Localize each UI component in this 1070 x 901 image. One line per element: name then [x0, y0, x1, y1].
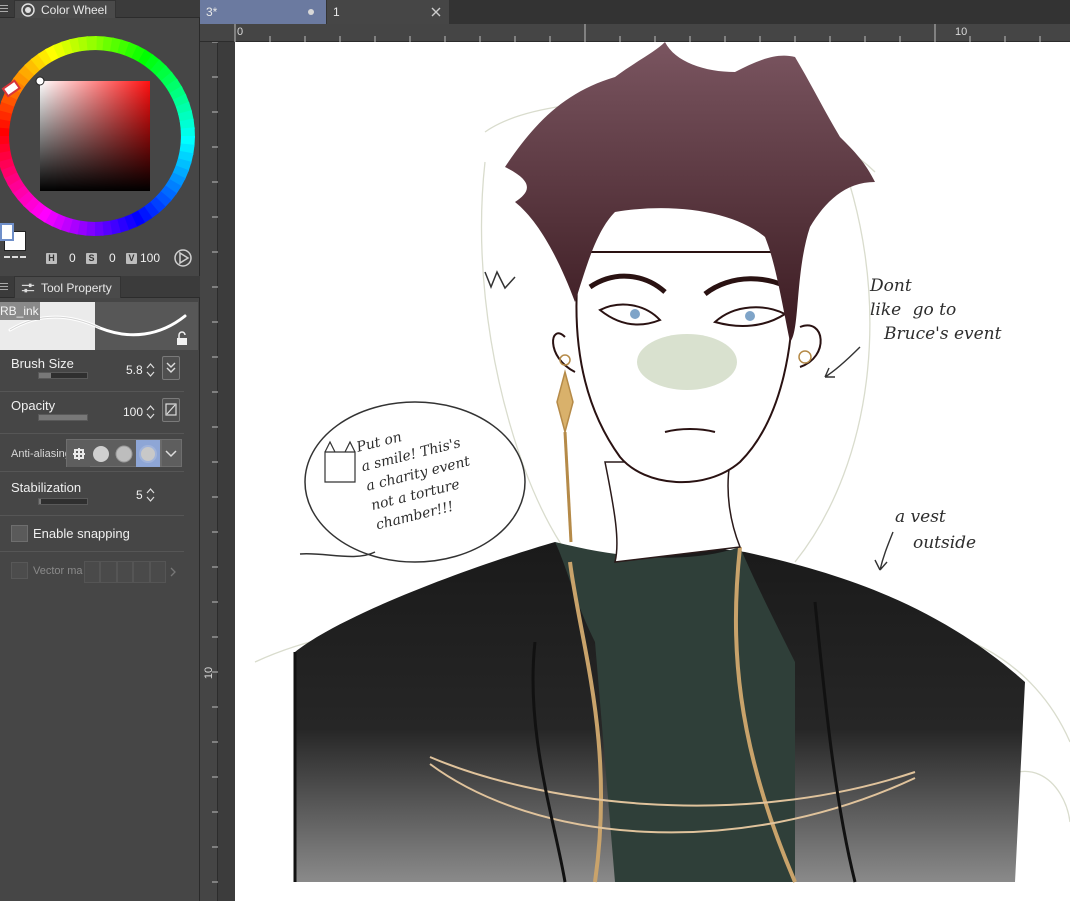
character-illustration — [254, 42, 1070, 883]
ruler-top-mark-0: 0 — [237, 26, 244, 38]
brush-size-value[interactable]: 5.8 — [126, 363, 143, 377]
antialias-row: Anti-aliasing — [0, 436, 184, 472]
snapping-row: Enable snapping — [0, 518, 184, 552]
vector-magnet-selector[interactable] — [84, 561, 180, 583]
stabilization-spinner-icon[interactable] — [146, 487, 155, 503]
canvas-gutter — [218, 42, 235, 901]
close-icon[interactable] — [431, 7, 441, 17]
document-tab-label: 3* — [206, 5, 218, 19]
saturation-key: S — [86, 253, 97, 264]
drawing-canvas[interactable]: Put on a smile! This's a charity event n… — [235, 42, 1070, 901]
snapping-checkbox[interactable] — [11, 525, 28, 542]
ruler-left-mark-10: 10 — [203, 666, 216, 680]
opacity-value[interactable]: 100 — [123, 405, 143, 419]
antialias-strong-icon — [139, 445, 157, 463]
stabilization-value[interactable]: 5 — [136, 488, 143, 502]
ruler-left-ticks — [212, 42, 218, 883]
opacity-label: Opacity — [11, 398, 56, 413]
color-wheel-icon — [21, 2, 35, 17]
opacity-mode-button[interactable] — [162, 398, 180, 422]
stabilization-row: Stabilization 5 — [0, 474, 184, 516]
brush-size-row: Brush Size 5.8 — [0, 352, 184, 392]
unsaved-dot-icon — [308, 9, 314, 15]
color-wheel-tab-bar: Color Wheel — [0, 0, 200, 18]
antialias-weak-icon — [93, 446, 109, 462]
panel-menu-icon[interactable] — [0, 3, 8, 15]
color-mode-toggle-icon[interactable] — [173, 248, 193, 268]
document-tab-label: 1 — [333, 5, 340, 19]
antialias-selector[interactable] — [66, 439, 182, 467]
brush-size-spinner-icon[interactable] — [146, 362, 155, 378]
tab-document-3[interactable]: 3* — [200, 0, 326, 24]
document-tab-bar: 3* 1 — [200, 0, 1070, 24]
ruler-top: 0 10 — [200, 24, 1070, 42]
value-key: V — [126, 253, 137, 264]
tab-color-wheel[interactable]: Color Wheel — [14, 0, 117, 18]
unlock-icon[interactable] — [174, 330, 190, 346]
left-panel: Color Wheel H 0 S 0 V 100 Tool Property … — [0, 0, 200, 901]
tool-property-tab-bar: Tool Property — [0, 276, 200, 298]
main-color-chip[interactable] — [0, 223, 14, 241]
antialias-medium-icon — [115, 445, 133, 463]
vest-note: a vest outside — [895, 507, 977, 553]
tool-property-tab-label: Tool Property — [41, 280, 112, 295]
brush-size-label: Brush Size — [11, 356, 74, 371]
panel-menu-icon[interactable] — [0, 281, 8, 293]
opacity-slider[interactable] — [38, 414, 88, 421]
hsv-readout: H 0 S 0 V 100 — [0, 248, 200, 268]
stabilization-slider[interactable] — [38, 498, 88, 505]
sliders-icon — [21, 283, 35, 292]
color-wheel[interactable] — [0, 18, 200, 270]
hue-value: 0 — [69, 251, 76, 265]
ruler-top-ticks — [234, 24, 1041, 42]
chevron-double-down-icon — [166, 362, 176, 373]
stabilization-label: Stabilization — [11, 480, 82, 495]
brush-size-slider[interactable] — [38, 372, 88, 379]
color-wheel-graphic[interactable] — [0, 18, 200, 248]
brush-name: RB_ink — [0, 302, 40, 320]
brush-preview[interactable]: RB_ink — [0, 302, 198, 350]
antialias-label: Anti-aliasing — [11, 448, 69, 460]
saturation-value: 0 — [109, 251, 116, 265]
tab-document-1[interactable]: 1 — [327, 0, 449, 24]
vector-magnet-label: Vector magnet — [33, 565, 83, 577]
antialias-options[interactable] — [67, 440, 183, 468]
color-wheel-tab-label: Color Wheel — [41, 2, 108, 17]
opacity-row: Opacity 100 — [0, 394, 184, 434]
blend-square-icon — [165, 403, 177, 416]
opacity-spinner-icon[interactable] — [146, 404, 155, 420]
snapping-label: Enable snapping — [33, 526, 130, 541]
hue-key: H — [46, 253, 57, 264]
value-value: 100 — [140, 251, 161, 265]
right-note: Dont like go to Bruce's event — [870, 276, 1002, 344]
sv-picker-handle[interactable] — [35, 76, 45, 86]
tool-property-panel: Tool Property RB_ink Brush Size 5.8 Opac… — [0, 276, 200, 901]
chevron-down-icon — [165, 450, 177, 458]
brush-size-pressure-button[interactable] — [162, 356, 180, 380]
ruler-top-mark-10: 10 — [955, 26, 968, 38]
chevron-right-icon — [170, 567, 176, 577]
vector-magnet-row: Vector magnet — [0, 554, 184, 588]
vector-magnet-checkbox[interactable] — [11, 562, 28, 579]
tab-tool-property[interactable]: Tool Property — [14, 276, 121, 298]
ruler-left: 10 — [200, 42, 218, 901]
